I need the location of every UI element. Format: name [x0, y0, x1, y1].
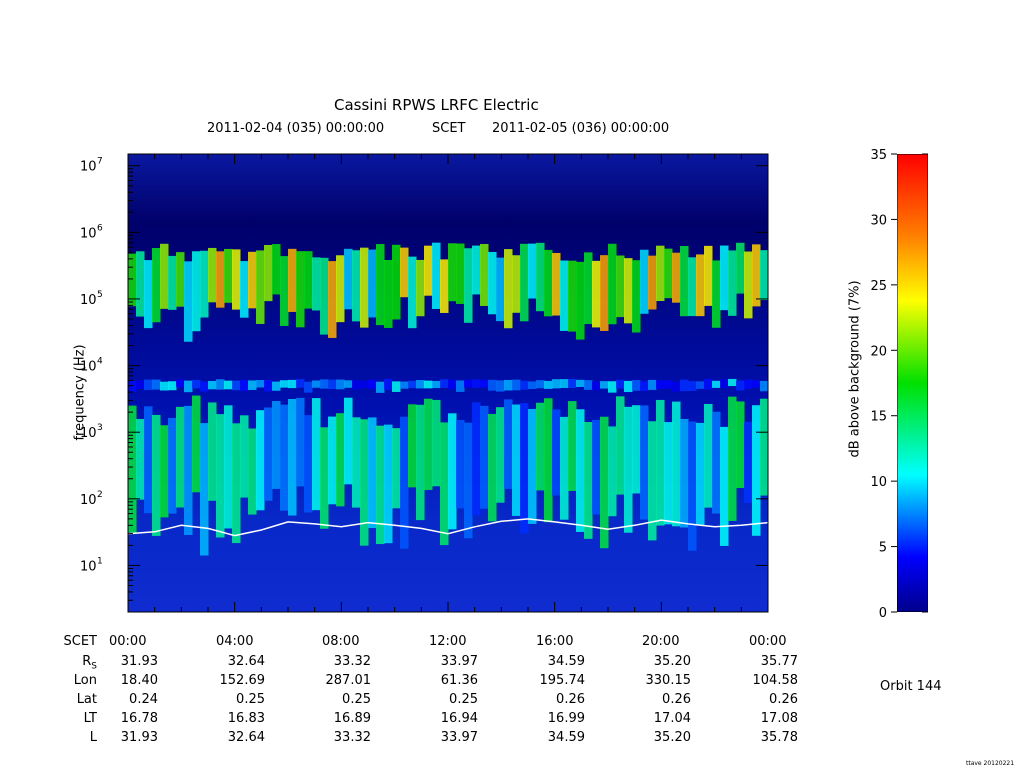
ephemeris-value: 17.04 — [653, 711, 691, 726]
ephemeris-value: 16.94 — [440, 711, 478, 726]
ephemeris-value: 104.58 — [752, 673, 799, 688]
ephemeris-value: 33.32 — [333, 654, 371, 669]
ephemeris-value: 33.32 — [333, 730, 371, 745]
ephemeris-row-label: LT — [83, 711, 97, 726]
y-tick-exponent: 7 — [97, 157, 103, 167]
ephemeris-value: 33.97 — [440, 654, 478, 669]
y-tick-label: 10 — [80, 493, 97, 508]
ephemeris-value: 31.93 — [120, 654, 158, 669]
ephemeris-value: 35.20 — [653, 730, 691, 745]
colorbar-label: dB above background (7%) — [847, 280, 863, 458]
ephemeris-row-label: L — [89, 730, 97, 745]
ephemeris-value: 32.64 — [227, 730, 265, 745]
ephemeris-value: 0.25 — [342, 692, 371, 707]
ephemeris-value: 0.25 — [236, 692, 265, 707]
ephemeris-value: 16.99 — [547, 711, 585, 726]
colorbar — [897, 154, 928, 612]
ephemeris-value: 61.36 — [440, 673, 478, 688]
y-tick-label: 10 — [80, 160, 97, 175]
x-tick-label: 00:00 — [749, 634, 787, 649]
ephemeris-value: 35.78 — [760, 730, 798, 745]
ephemeris-value: 152.69 — [219, 673, 266, 688]
ephemeris-value: 0.26 — [662, 692, 691, 707]
ephemeris-value: 16.83 — [227, 711, 265, 726]
ephemeris-value: 31.93 — [120, 730, 158, 745]
y-tick-label: 10 — [80, 226, 97, 241]
y-tick-exponent: 5 — [97, 290, 103, 300]
y-tick-exponent: 6 — [97, 223, 103, 233]
ephemeris-value: 16.89 — [333, 711, 371, 726]
ephemeris-value: 18.40 — [120, 673, 158, 688]
y-ticks: 10 110 210 310 410 510 610 7 — [80, 157, 768, 613]
x-tick-label: 04:00 — [216, 634, 254, 649]
ephemeris-row-label: Lat — [76, 692, 97, 707]
ephemeris-value: 0.25 — [449, 692, 478, 707]
y-tick-label: 10 — [80, 293, 97, 308]
credit-label: ttave 20120221 — [966, 760, 1015, 767]
ephemeris-value: 34.59 — [547, 654, 585, 669]
y-tick-exponent: 1 — [97, 556, 103, 566]
ephemeris-value: 33.97 — [440, 730, 478, 745]
x-tick-label: 20:00 — [642, 634, 680, 649]
colorbar-tick-label: 15 — [870, 410, 887, 425]
ephemeris-value: 0.26 — [769, 692, 798, 707]
x-tick-label: 00:00 — [109, 634, 147, 649]
colorbar-tick-label: 35 — [870, 148, 887, 163]
plot-frame — [127, 153, 769, 613]
ephemeris-value: 35.77 — [760, 654, 798, 669]
colorbar-tick-label: 0 — [879, 606, 887, 621]
ephemeris-value: 17.08 — [760, 711, 798, 726]
colorbar-tick-label: 30 — [870, 213, 887, 228]
y-tick-exponent: 2 — [97, 490, 103, 500]
y-tick-exponent: 3 — [97, 423, 103, 433]
ephemeris-row-label: RS — [82, 654, 97, 672]
y-tick-label: 10 — [80, 559, 97, 574]
x-tick-label: 12:00 — [429, 634, 467, 649]
x-tick-label: 16:00 — [536, 634, 574, 649]
colorbar-tick-label: 5 — [879, 541, 887, 556]
y-tick-exponent: 4 — [97, 357, 103, 367]
ephemeris-row-label: Lon — [73, 673, 97, 688]
orbit-label: Orbit 144 — [880, 679, 942, 694]
ephemeris-value: 32.64 — [227, 654, 265, 669]
ephemeris-value: 0.24 — [129, 692, 158, 707]
ephemeris-value: 287.01 — [325, 673, 372, 688]
colorbar-tick-label: 10 — [870, 475, 887, 490]
ephemeris-value: 34.59 — [547, 730, 585, 745]
axes-overlay: 10 110 210 310 410 510 610 7 05101520253035 — [80, 148, 928, 621]
ephemeris-r-subscript: S — [91, 661, 97, 672]
x-ticks — [127, 154, 769, 612]
x-tick-label: 08:00 — [322, 634, 360, 649]
ephemeris-value: 330.15 — [645, 673, 692, 688]
ephemeris-value: 0.26 — [556, 692, 585, 707]
ephemeris-row-label: SCET — [63, 634, 97, 649]
y-tick-label: 10 — [80, 426, 97, 441]
colorbar-tick-label: 25 — [870, 279, 887, 294]
ephemeris-value: 35.20 — [653, 654, 691, 669]
colorbar-tick-label: 20 — [870, 344, 887, 359]
ephemeris-value: 195.74 — [539, 673, 586, 688]
ephemeris-value: 16.78 — [120, 711, 158, 726]
y-tick-label: 10 — [80, 360, 97, 375]
